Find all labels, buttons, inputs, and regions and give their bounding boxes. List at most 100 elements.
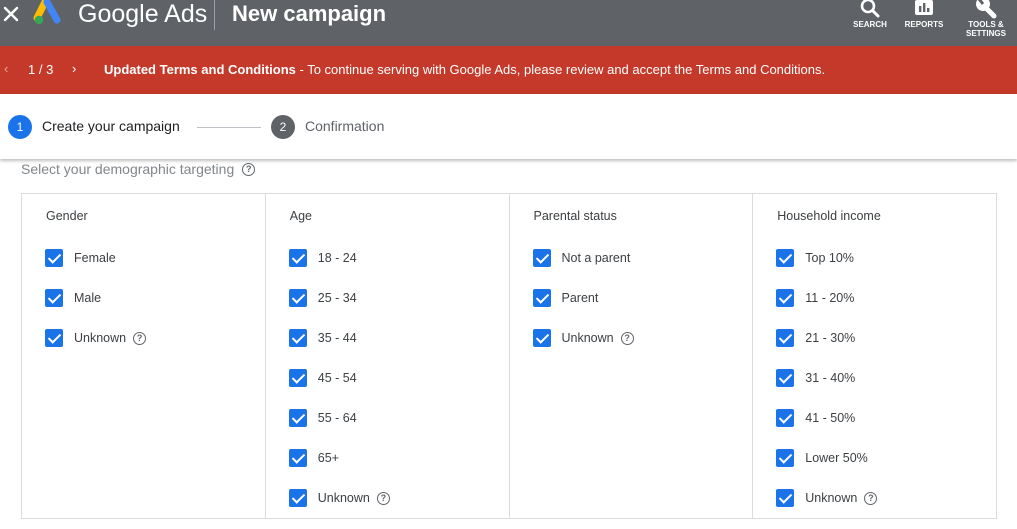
checkbox-checked-icon[interactable] xyxy=(288,329,307,347)
checkbox-label: Not a parent xyxy=(561,251,631,265)
reports-button[interactable]: REPORTS xyxy=(902,0,946,29)
step-2-number: 2 xyxy=(271,115,295,139)
checkbox-checked-icon[interactable] xyxy=(776,409,795,427)
column-parental-status: Parental status Not a parent Parent Unknown… xyxy=(510,194,754,518)
checkbox-checked-icon[interactable] xyxy=(776,489,795,507)
checkbox-checked-icon[interactable] xyxy=(45,329,63,347)
checkbox-option[interactable]: 41 - 50% xyxy=(776,409,855,427)
step-1-label[interactable]: Create your campaign xyxy=(42,118,180,134)
checkbox-option[interactable]: Not a parent xyxy=(532,249,631,267)
banner-message[interactable]: Updated Terms and Conditions - To contin… xyxy=(104,62,825,77)
checkbox-option[interactable]: 65+ xyxy=(288,449,339,467)
subtitle-text: Select your demographic targeting xyxy=(21,161,235,177)
checkbox-checked-icon[interactable] xyxy=(288,249,307,267)
checkbox-option[interactable]: 11 - 20% xyxy=(776,289,854,307)
checkbox-option[interactable]: 25 - 34 xyxy=(288,289,357,307)
checkbox-label: 45 - 54 xyxy=(317,371,357,385)
checkbox-label: Lower 50% xyxy=(805,451,868,465)
checkbox-checked-icon[interactable] xyxy=(288,289,307,307)
demographic-targeting-subtitle: Select your demographic targeting? xyxy=(21,161,256,177)
checkbox-checked-icon[interactable] xyxy=(532,249,551,267)
checkbox-option[interactable]: Parent xyxy=(532,289,598,307)
checkbox-label: Top 10% xyxy=(805,251,854,265)
checkbox-label: Unknown xyxy=(561,331,614,345)
checkbox-option[interactable]: Unknown? xyxy=(288,489,390,507)
checkbox-checked-icon[interactable] xyxy=(532,289,551,307)
checkbox-option[interactable]: 21 - 30% xyxy=(776,329,855,347)
help-icon[interactable]: ? xyxy=(133,331,147,345)
checkbox-option[interactable]: 18 - 24 xyxy=(288,249,357,267)
checkbox-label: 11 - 20% xyxy=(805,291,855,305)
header-divider xyxy=(214,0,215,30)
checkbox-checked-icon[interactable] xyxy=(776,329,795,347)
column-title: Household income xyxy=(777,209,881,223)
help-icon[interactable]: ? xyxy=(864,491,878,505)
column-title: Gender xyxy=(46,209,88,223)
checkbox-checked-icon[interactable] xyxy=(288,369,307,387)
banner-page-indicator: 1 / 3 xyxy=(28,62,54,77)
banner-text: - To continue serving with Google Ads, p… xyxy=(295,62,826,77)
checkbox-option[interactable]: 45 - 54 xyxy=(288,369,357,387)
checkbox-label: 31 - 40% xyxy=(805,371,856,385)
terms-banner: ‹ 1 / 3 › Updated Terms and Conditions -… xyxy=(0,46,1017,94)
column-household-income: Household income Top 10% 11 - 20% 21 - 30% 3… xyxy=(753,194,996,518)
column-gender: Gender Female Male Unknown? xyxy=(22,194,266,518)
tools-label-line2: SETTINGS xyxy=(965,29,1006,38)
wrench-icon xyxy=(976,0,997,19)
checkbox-label: 18 - 24 xyxy=(317,251,357,265)
help-icon[interactable]: ? xyxy=(620,331,634,345)
step-2-label[interactable]: Confirmation xyxy=(305,118,384,134)
brand-name: Google Ads xyxy=(78,0,208,28)
banner-heading: Updated Terms and Conditions xyxy=(104,62,296,77)
checkbox-option[interactable]: Lower 50% xyxy=(776,449,868,467)
search-label: SEARCH xyxy=(853,20,887,29)
help-icon[interactable]: ? xyxy=(242,162,256,176)
checkbox-checked-icon[interactable] xyxy=(776,369,795,387)
tools-settings-button[interactable]: TOOLS & SETTINGS xyxy=(960,0,1012,38)
banner-next-chevron-icon[interactable]: › xyxy=(72,61,76,76)
checkbox-checked-icon[interactable] xyxy=(288,449,307,467)
checkbox-label: Unknown xyxy=(74,331,127,345)
checkbox-option[interactable]: Male xyxy=(45,289,101,307)
page-title: New campaign xyxy=(232,1,387,26)
checkbox-label: Male xyxy=(74,291,102,305)
checkbox-option[interactable]: 31 - 40% xyxy=(776,369,855,387)
checkbox-label: Female xyxy=(74,251,116,265)
checkbox-label: 55 - 64 xyxy=(317,411,357,425)
checkbox-label: Unknown xyxy=(805,491,858,505)
banner-prev-chevron-icon[interactable]: ‹ xyxy=(4,61,8,76)
column-age: Age 18 - 24 25 - 34 35 - 44 45 - 54 55 - 64 65… xyxy=(266,194,510,518)
help-icon[interactable]: ? xyxy=(376,491,390,505)
step-1-number: 1 xyxy=(8,115,32,139)
reports-icon xyxy=(915,0,933,15)
column-title: Parental status xyxy=(533,209,617,223)
checkbox-label: 35 - 44 xyxy=(317,331,357,345)
checkbox-checked-icon[interactable] xyxy=(45,249,63,267)
reports-label: REPORTS xyxy=(904,20,944,29)
checkbox-checked-icon[interactable] xyxy=(776,449,795,467)
checkbox-option[interactable]: Female xyxy=(45,249,116,267)
campaign-stepper: 1 Create your campaign 2 Confirmation xyxy=(0,94,1017,159)
checkbox-option[interactable]: 55 - 64 xyxy=(288,409,357,427)
checkbox-option[interactable]: Unknown? xyxy=(532,329,634,347)
checkbox-checked-icon[interactable] xyxy=(776,249,795,267)
checkbox-option[interactable]: 35 - 44 xyxy=(288,329,357,347)
column-title: Age xyxy=(289,209,312,223)
search-icon xyxy=(860,0,880,18)
checkbox-label: 21 - 30% xyxy=(805,331,856,345)
search-button[interactable]: SEARCH xyxy=(850,0,890,29)
demographic-grid: Gender Female Male Unknown? Age 18 - 24 25 - 3… xyxy=(21,193,997,519)
step-connector xyxy=(197,127,261,128)
close-icon[interactable] xyxy=(2,2,20,26)
checkbox-option[interactable]: Unknown? xyxy=(776,489,878,507)
checkbox-option[interactable]: Unknown? xyxy=(45,329,147,347)
checkbox-checked-icon[interactable] xyxy=(45,289,63,307)
checkbox-option[interactable]: Top 10% xyxy=(776,249,854,267)
checkbox-checked-icon[interactable] xyxy=(288,489,307,507)
google-ads-logo-icon xyxy=(33,0,61,25)
checkbox-checked-icon[interactable] xyxy=(288,409,307,427)
top-app-bar: Google Ads New campaign SEARCH REPORTS T… xyxy=(0,0,1017,46)
tools-label-line1: TOOLS & xyxy=(968,20,1004,29)
checkbox-checked-icon[interactable] xyxy=(776,289,795,307)
checkbox-checked-icon[interactable] xyxy=(532,329,551,347)
